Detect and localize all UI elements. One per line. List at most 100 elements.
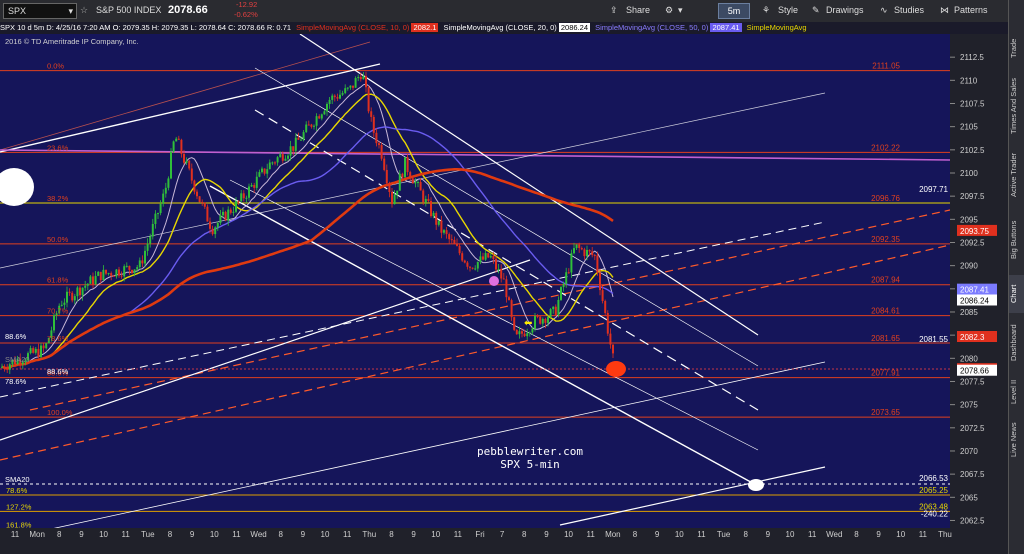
candle-body <box>79 287 81 296</box>
tab-big-buttons[interactable]: Big Buttons <box>1009 210 1024 270</box>
candle-body <box>552 306 555 310</box>
candle-body <box>146 243 149 251</box>
candle-body <box>6 368 9 370</box>
y-tick-label: 2102.5 <box>960 146 985 155</box>
candle-body <box>417 181 419 183</box>
x-tick-label: 8 <box>389 530 394 539</box>
candle-body <box>281 154 284 161</box>
candle-body <box>37 348 40 357</box>
sma50-label[interactable]: SimpleMovingAvg (CLOSE, 50, 0) <box>595 23 708 32</box>
candle-body <box>409 172 412 179</box>
fib-percent-label: 50.0% <box>47 235 69 244</box>
drawings-button[interactable]: Drawings <box>826 3 864 18</box>
tab-level-ii[interactable]: Level II <box>1009 372 1024 412</box>
candle-body <box>578 244 581 249</box>
x-tick-label: Mon <box>29 530 45 539</box>
candle-body <box>89 276 92 284</box>
candle-body <box>240 193 243 202</box>
patterns-icon[interactable]: ⋈ <box>940 3 949 18</box>
candle-body <box>456 243 458 246</box>
candle-body <box>580 248 583 250</box>
side-label: 88.6% <box>5 332 27 341</box>
share-icon[interactable]: ⇪ <box>610 3 618 18</box>
candle-body <box>393 194 396 205</box>
patterns-button[interactable]: Patterns <box>954 3 988 18</box>
candle-body <box>326 103 328 112</box>
time-axis: 11 Mon 8 9 10 11 Tue 8 9 10 11 Wed 8 9 10 11 Thu 8 9 10 11 Fr… <box>0 528 1008 554</box>
candle-body <box>45 343 48 349</box>
gear-icon[interactable]: ⚙ <box>665 3 673 18</box>
sma20-label[interactable]: SimpleMovingAvg (CLOSE, 20, 0) <box>444 23 557 32</box>
candle-body <box>118 269 120 276</box>
candle-body <box>461 253 464 261</box>
candle-body <box>99 271 102 281</box>
settings-chevron-icon[interactable]: ▾ <box>678 3 683 18</box>
sma-trunc-label[interactable]: SimpleMovingAvg <box>747 23 807 32</box>
candle-body <box>229 209 232 213</box>
chevron-down-icon[interactable]: ▾ <box>68 4 73 19</box>
candle-body <box>107 273 110 275</box>
price-chart[interactable]: ⬅ 0.0% 2111.05 23.6% 2102.22 38.2% 2096.76 50.… <box>0 34 950 539</box>
candle-body <box>159 203 162 214</box>
candle-body <box>612 344 614 354</box>
candle-body <box>183 153 185 163</box>
x-tick-label: 9 <box>190 530 195 539</box>
tab-chart[interactable]: Chart <box>1009 275 1024 313</box>
candle-body <box>276 157 279 163</box>
fib-price-label: 2102.22 <box>871 143 900 152</box>
style-button[interactable]: Style <box>778 3 798 18</box>
candle-body <box>575 244 578 249</box>
y-tick-label: 2065 <box>960 493 978 502</box>
price-axis: 2112.5 2110 2107.5 2105 2102.5 2100 2097.5 2095… <box>950 34 1008 539</box>
arrow-marker: ⬅ <box>524 318 532 329</box>
tab-trade[interactable]: Trade <box>1009 28 1024 68</box>
candle-body <box>404 157 406 178</box>
candle-body <box>287 155 289 159</box>
symbol-input[interactable]: SPX ▾ <box>3 3 77 19</box>
style-icon[interactable]: ⚘ <box>762 3 770 18</box>
y-tick-label: 2067.5 <box>960 470 985 479</box>
candle-body <box>71 292 74 301</box>
x-tick-label: 11 <box>587 530 596 539</box>
x-tick-label: 9 <box>655 530 660 539</box>
fib-price-label: 2087.94 <box>871 276 900 285</box>
candle-body <box>406 157 409 173</box>
candle-body <box>73 296 76 301</box>
tab-dashboard[interactable]: Dashboard <box>1009 316 1024 370</box>
candle-body <box>448 234 451 240</box>
candle-body <box>378 143 380 145</box>
candle-body <box>375 132 378 144</box>
tab-times-and-sales[interactable]: Times And Sales <box>1009 72 1024 140</box>
candle-body <box>469 266 471 268</box>
candle-body <box>357 76 360 79</box>
candle-body <box>149 236 152 244</box>
pink-marker <box>489 276 499 286</box>
sma10-label[interactable]: SimpleMovingAvg (CLOSE, 10, 0) <box>296 23 409 32</box>
candle-body <box>502 278 505 280</box>
candle-body <box>492 256 495 259</box>
candle-body <box>151 223 154 237</box>
candle-body <box>604 300 607 313</box>
drawings-icon[interactable]: ✎ <box>812 3 820 18</box>
candle-body <box>424 198 427 203</box>
studies-icon[interactable]: ∿ <box>880 3 888 18</box>
tab-live-news[interactable]: Live News <box>1009 415 1024 465</box>
studies-button[interactable]: Studies <box>894 3 924 18</box>
x-tick-label: 10 <box>321 530 330 539</box>
candle-body <box>570 253 573 273</box>
timeframe-button[interactable]: 5m <box>718 3 750 19</box>
x-tick-label: Wed <box>250 530 266 539</box>
share-button[interactable]: Share <box>626 3 650 18</box>
tab-active-trader[interactable]: Active Trader <box>1009 145 1024 205</box>
candle-body <box>313 125 315 127</box>
copyright: 2016 © TD Ameritrade IP Company, Inc. <box>5 37 139 46</box>
red-target-marker <box>606 361 626 377</box>
candle-body <box>450 239 453 241</box>
y-tick-label: 2092.5 <box>960 238 985 247</box>
x-tick-label: 10 <box>786 530 795 539</box>
star-icon[interactable]: ☆ <box>80 3 88 18</box>
candle-body <box>586 249 588 257</box>
candle-body <box>235 200 237 212</box>
candle-body <box>42 345 45 349</box>
candle-body <box>76 287 79 297</box>
